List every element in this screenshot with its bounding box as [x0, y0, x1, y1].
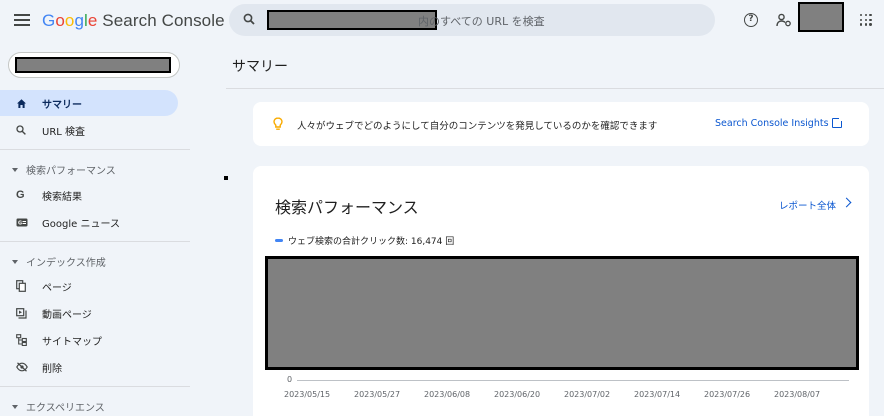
x-tick-label: 2023/07/02: [564, 390, 611, 399]
sidebar-item-label: URL 検査: [42, 126, 86, 138]
divider: [226, 88, 884, 89]
sidebar-item-url-inspection[interactable]: URL 検査: [0, 117, 178, 143]
sidebar-item-label: 検索結果: [42, 191, 82, 203]
sidebar-item-label: Google ニュース: [42, 218, 120, 230]
insights-description: 人々がウェブでどのようにして自分のコンテンツを発見しているのかを確認できます: [297, 121, 658, 132]
caret-down-icon: [12, 259, 18, 264]
x-tick-label: 2023/05/15: [284, 390, 331, 399]
manage-users-icon[interactable]: [776, 13, 792, 27]
x-tick-label: 2023/05/27: [354, 390, 401, 399]
home-icon: [16, 90, 42, 116]
redacted-chart-area: [265, 256, 859, 370]
sidebar-item-label: 削除: [42, 363, 62, 375]
url-inspection-search[interactable]: 内のすべての URL を検査: [229, 4, 715, 36]
page-title: サマリー: [232, 59, 288, 75]
stray-dot: [224, 176, 228, 180]
divider: [0, 241, 190, 242]
legend-label: ウェブ検索の合計クリック数: 16,474 回: [288, 237, 455, 247]
section-header-search-performance[interactable]: 検索パフォーマンス: [12, 162, 116, 177]
search-placeholder: 内のすべての URL を検査: [418, 15, 545, 28]
performance-card: 検索パフォーマンス レポート全体 ウェブ検索の合計クリック数: 16,474 回…: [253, 166, 869, 416]
google-news-icon: G: [16, 209, 42, 235]
sidebar-item-label: 動画ページ: [42, 309, 92, 321]
performance-title: 検索パフォーマンス: [275, 198, 419, 217]
menu-icon[interactable]: [14, 14, 30, 26]
removals-icon: [16, 354, 42, 380]
x-tick-label: 2023/07/26: [704, 390, 751, 399]
sidebar-item-label: ページ: [42, 282, 72, 294]
apps-grid-icon[interactable]: [860, 14, 872, 26]
x-tick-label: 2023/06/20: [494, 390, 541, 399]
x-tick-label: 2023/06/08: [424, 390, 471, 399]
sidebar-item-label: サマリー: [42, 99, 82, 111]
sidebar-item-video-pages[interactable]: 動画ページ: [0, 300, 178, 326]
search-console-insights-link[interactable]: Search Console Insights: [715, 118, 829, 129]
x-tick-label: 2023/08/07: [774, 390, 821, 399]
caret-down-icon: [12, 404, 18, 409]
redacted-account-avatar[interactable]: [798, 2, 844, 32]
section-header-experience[interactable]: エクスペリエンス: [12, 399, 105, 414]
search-icon: [16, 117, 42, 143]
divider: [0, 149, 190, 150]
x-tick-label: 2023/07/14: [634, 390, 681, 399]
y-tick-label: 0: [287, 375, 293, 384]
caret-down-icon: [12, 167, 18, 172]
sidebar-item-sitemaps[interactable]: サイトマップ: [0, 327, 178, 353]
redacted-property-name: [15, 57, 171, 73]
product-logo[interactable]: Google Search Console: [42, 11, 225, 31]
open-in-new-icon[interactable]: [832, 116, 844, 128]
full-report-link[interactable]: レポート全体: [779, 198, 836, 212]
section-header-indexing[interactable]: インデックス作成: [12, 254, 106, 269]
sidebar-nav: サマリー URL 検査 検索パフォーマンス G 検索結果 G Google ニュ…: [0, 42, 190, 416]
sidebar-item-removals[interactable]: 削除: [0, 354, 178, 380]
x-axis-line: [297, 380, 849, 381]
lightbulb-icon: [273, 117, 283, 130]
redacted-property-name: [267, 10, 437, 30]
divider: [0, 386, 190, 387]
chevron-right-icon[interactable]: [841, 197, 852, 208]
search-icon: [243, 13, 255, 25]
product-name: Search Console: [102, 11, 225, 30]
help-icon[interactable]: ?: [744, 13, 758, 27]
property-selector[interactable]: [8, 52, 180, 78]
top-app-bar: Google Search Console 内のすべての URL を検査 ?: [0, 0, 884, 42]
svg-text:G: G: [18, 220, 22, 226]
google-g-icon: G: [16, 189, 25, 201]
sitemap-icon: [16, 327, 42, 353]
video-pages-icon: [16, 300, 42, 326]
sidebar-item-pages[interactable]: ページ: [0, 273, 178, 299]
pages-icon: [16, 273, 42, 299]
insights-banner: 人々がウェブでどのようにして自分のコンテンツを発見しているのかを確認できます S…: [253, 102, 869, 146]
sidebar-item-search-results[interactable]: G 検索結果: [0, 182, 178, 208]
sidebar-item-summary[interactable]: サマリー: [0, 90, 178, 116]
sidebar-item-label: サイトマップ: [42, 336, 102, 348]
sidebar-item-google-news[interactable]: G Google ニュース: [0, 209, 178, 235]
chart-legend[interactable]: ウェブ検索の合計クリック数: 16,474 回: [275, 234, 454, 247]
legend-swatch: [275, 239, 283, 242]
